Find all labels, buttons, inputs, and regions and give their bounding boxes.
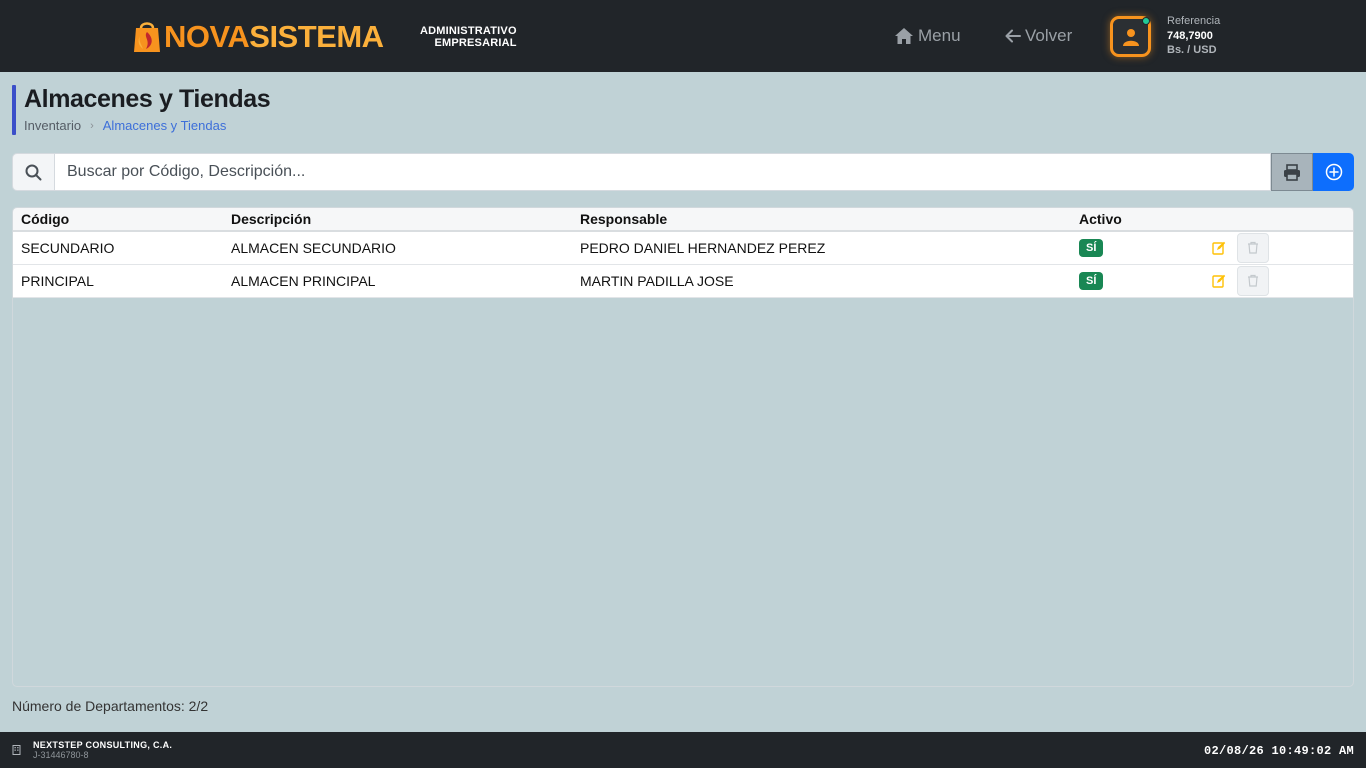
- user-avatar[interactable]: [1110, 16, 1151, 57]
- cell-responsable: PEDRO DANIEL HERNANDEZ PEREZ: [580, 239, 826, 256]
- home-icon: [895, 28, 913, 44]
- add-button[interactable]: [1313, 153, 1354, 191]
- delete-button[interactable]: [1237, 265, 1269, 296]
- reference-value: 748,7900: [1167, 29, 1213, 42]
- brand-subtitle: ADMINISTRATIVO EMPRESARIAL: [420, 25, 517, 49]
- brand-name: NOVASISTEMA: [164, 21, 384, 52]
- print-button[interactable]: [1271, 153, 1313, 191]
- cell-responsable: MARTIN PADILLA JOSE: [580, 272, 734, 289]
- table-header-row: Código Descripción Responsable Activo: [13, 208, 1353, 231]
- menu-button[interactable]: Menu: [894, 24, 961, 48]
- record-count: Número de Departamentos: 2/2: [12, 698, 209, 714]
- table-row[interactable]: SECUNDARIO ALMACEN SECUNDARIO PEDRO DANI…: [13, 231, 1353, 264]
- cell-activo: SÍ: [1071, 264, 1179, 297]
- company-rif: J-31446780-8: [33, 750, 89, 760]
- cell-activo: SÍ: [1071, 231, 1179, 264]
- search-icon-box: [12, 153, 54, 191]
- breadcrumb: Inventario › Almacenes y Tiendas: [24, 118, 226, 133]
- brand-name-part1: NOVA: [164, 18, 250, 54]
- delete-button[interactable]: [1237, 232, 1269, 263]
- cell-descripcion: ALMACEN PRINCIPAL: [231, 272, 376, 289]
- back-button[interactable]: Volver: [1005, 24, 1072, 48]
- breadcrumb-separator: ›: [90, 119, 94, 132]
- cell-descripcion: ALMACEN SECUNDARIO: [231, 239, 396, 256]
- edit-button[interactable]: [1209, 271, 1229, 291]
- search-icon: [25, 164, 42, 180]
- brand-subtitle-line1: ADMINISTRATIVO: [420, 25, 517, 37]
- search-bar: [12, 153, 1354, 191]
- menu-label: Menu: [918, 26, 961, 45]
- page-title: Almacenes y Tiendas: [24, 85, 271, 113]
- status-badge: SÍ: [1079, 239, 1104, 258]
- breadcrumb-item-current[interactable]: Almacenes y Tiendas: [103, 118, 227, 133]
- brand-name-part2: SISTEMA: [249, 18, 384, 54]
- printer-icon: [1284, 163, 1300, 181]
- column-header-descripcion[interactable]: Descripción: [223, 208, 572, 231]
- company-name: NEXTSTEP CONSULTING, C.A.: [33, 740, 173, 750]
- search-input[interactable]: [54, 153, 1271, 191]
- status-footer: NEXTSTEP CONSULTING, C.A. J-31446780-8 0…: [0, 732, 1366, 768]
- status-badge: SÍ: [1079, 272, 1104, 290]
- building-icon: [12, 745, 21, 755]
- cell-codigo: SECUNDARIO: [21, 239, 115, 256]
- breadcrumb-item-inventario[interactable]: Inventario: [24, 118, 81, 133]
- shopping-bag-flame-icon: [134, 22, 160, 52]
- column-header-activo[interactable]: Activo: [1071, 208, 1179, 231]
- cell-actions: [1179, 264, 1353, 297]
- title-accent-bar: [12, 85, 16, 135]
- trash-icon: [1248, 242, 1258, 254]
- plus-circle-icon: [1325, 163, 1342, 181]
- back-label: Volver: [1025, 26, 1073, 45]
- edit-button[interactable]: [1209, 238, 1229, 258]
- trash-icon: [1248, 274, 1258, 287]
- top-navbar: NOVASISTEMA ADMINISTRATIVO EMPRESARIAL M…: [0, 0, 1366, 72]
- table-row[interactable]: PRINCIPAL ALMACEN PRINCIPAL MARTIN PADIL…: [13, 264, 1353, 297]
- brand-subtitle-line2: EMPRESARIAL: [434, 37, 517, 49]
- reference-label: Referencia: [1167, 15, 1221, 27]
- column-header-responsable[interactable]: Responsable: [572, 208, 1071, 231]
- warehouses-table: Código Descripción Responsable Activo SE…: [12, 207, 1354, 687]
- brand-logo[interactable]: NOVASISTEMA: [132, 14, 384, 58]
- exchange-reference: Referencia 748,7900 Bs. / USD: [1167, 14, 1220, 58]
- cell-actions: [1179, 231, 1353, 264]
- edit-icon: [1212, 274, 1226, 288]
- current-datetime: 02/08/26 10:49:02 AM: [1203, 744, 1354, 758]
- arrow-left-icon: [1005, 29, 1021, 43]
- column-header-codigo[interactable]: Código: [13, 208, 223, 231]
- reference-currency: Bs. / USD: [1167, 44, 1217, 56]
- user-icon: [1122, 28, 1139, 46]
- cell-codigo: PRINCIPAL: [21, 272, 94, 289]
- online-status-dot: [1142, 17, 1150, 25]
- column-header-actions: [1179, 208, 1353, 231]
- edit-icon: [1212, 241, 1226, 255]
